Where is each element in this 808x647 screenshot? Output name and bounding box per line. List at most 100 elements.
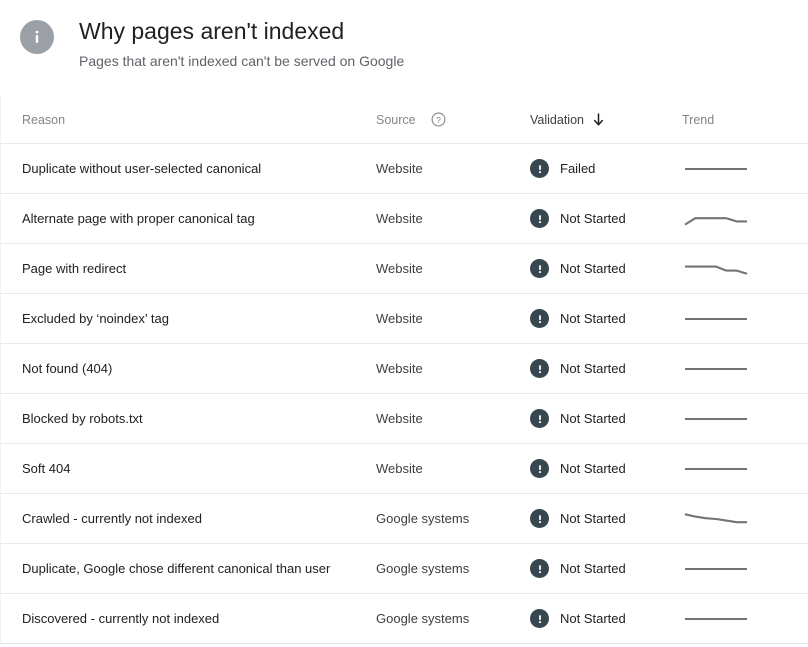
source-label: Website: [376, 461, 423, 476]
cell-source: Google systems: [376, 510, 530, 528]
arrow-down-icon[interactable]: [592, 113, 605, 127]
cell-reason: Duplicate without user-selected canonica…: [0, 160, 376, 178]
cell-source: Google systems: [376, 610, 530, 628]
cell-source: Google systems: [376, 560, 530, 578]
info-icon: [20, 20, 54, 54]
column-header-reason[interactable]: Reason: [0, 111, 376, 129]
table-row[interactable]: Soft 404 Website Not Started: [0, 444, 808, 494]
table-row[interactable]: Discovered - currently not indexed Google…: [0, 594, 808, 644]
error-exclamation-icon: [530, 459, 549, 478]
source-label: Google systems: [376, 611, 469, 626]
source-label: Website: [376, 211, 423, 226]
trend-sparkline: [682, 558, 750, 580]
cell-validation: Not Started: [530, 609, 682, 628]
cell-trend: [682, 308, 808, 330]
trend-sparkline: [682, 458, 750, 480]
table-row[interactable]: Page with redirect Website Not Started: [0, 244, 808, 294]
validation-status-label: Not Started: [560, 511, 626, 526]
error-exclamation-icon: [530, 159, 549, 178]
source-label: Website: [376, 311, 423, 326]
cell-validation: Not Started: [530, 309, 682, 328]
trend-sparkline: [682, 358, 750, 380]
cell-validation: Not Started: [530, 209, 682, 228]
reason-label: Not found (404): [22, 361, 112, 376]
page-header-text: Why pages aren't indexed Pages that aren…: [79, 16, 404, 71]
cell-validation: Failed: [530, 159, 682, 178]
table-row[interactable]: Duplicate, Google chose different canoni…: [0, 544, 808, 594]
cell-validation: Not Started: [530, 359, 682, 378]
cell-validation: Not Started: [530, 409, 682, 428]
error-exclamation-icon: [530, 409, 549, 428]
table-row[interactable]: Excluded by ‘noindex’ tag Website Not Star…: [0, 294, 808, 344]
reason-label: Blocked by robots.txt: [22, 411, 143, 426]
trend-sparkline: [682, 258, 750, 280]
cell-trend: [682, 358, 808, 380]
page-header: Why pages aren't indexed Pages that aren…: [0, 0, 808, 74]
cell-trend: [682, 458, 808, 480]
validation-status-label: Not Started: [560, 561, 626, 576]
reason-label: Discovered - currently not indexed: [22, 611, 219, 626]
trend-sparkline: [682, 608, 750, 630]
help-circle-icon[interactable]: ?: [431, 112, 446, 127]
cell-trend: [682, 408, 808, 430]
error-exclamation-icon: [530, 309, 549, 328]
cell-trend: [682, 208, 808, 230]
reason-label: Page with redirect: [22, 261, 126, 276]
source-label: Google systems: [376, 561, 469, 576]
table-body: Duplicate without user-selected canonica…: [0, 144, 808, 644]
cell-source: Website: [376, 310, 530, 328]
cell-reason: Excluded by ‘noindex’ tag: [0, 310, 376, 328]
reason-label: Excluded by ‘noindex’ tag: [22, 311, 169, 326]
reason-label: Alternate page with proper canonical tag: [22, 211, 255, 226]
error-exclamation-icon: [530, 359, 549, 378]
source-label: Website: [376, 411, 423, 426]
column-header-validation[interactable]: Validation: [530, 113, 682, 127]
cell-trend: [682, 258, 808, 280]
cell-reason: Duplicate, Google chose different canoni…: [0, 560, 376, 578]
svg-text:?: ?: [436, 115, 441, 125]
cell-reason: Soft 404: [0, 460, 376, 478]
trend-sparkline: [682, 158, 750, 180]
trend-sparkline: [682, 508, 750, 530]
table-row[interactable]: Not found (404) Website Not Started: [0, 344, 808, 394]
trend-sparkline: [682, 208, 750, 230]
cell-source: Website: [376, 260, 530, 278]
table-header-row: Reason Source ? Validation Trend: [0, 96, 808, 144]
cell-source: Website: [376, 160, 530, 178]
validation-status-label: Not Started: [560, 311, 626, 326]
column-header-source[interactable]: Source ?: [376, 111, 530, 129]
table-row[interactable]: Duplicate without user-selected canonica…: [0, 144, 808, 194]
validation-status-label: Not Started: [560, 211, 626, 226]
cell-trend: [682, 558, 808, 580]
cell-reason: Blocked by robots.txt: [0, 410, 376, 428]
reason-label: Soft 404: [22, 461, 70, 476]
cell-reason: Discovered - currently not indexed: [0, 610, 376, 628]
error-exclamation-icon: [530, 259, 549, 278]
cell-source: Website: [376, 410, 530, 428]
validation-status-label: Failed: [560, 161, 595, 176]
error-exclamation-icon: [530, 609, 549, 628]
column-header-trend[interactable]: Trend: [682, 111, 808, 129]
issues-table: Reason Source ? Validation Trend Duplica…: [0, 96, 808, 644]
source-label: Website: [376, 361, 423, 376]
error-exclamation-icon: [530, 559, 549, 578]
cell-trend: [682, 608, 808, 630]
reason-label: Crawled - currently not indexed: [22, 511, 202, 526]
error-exclamation-icon: [530, 509, 549, 528]
table-row[interactable]: Blocked by robots.txt Website Not Started: [0, 394, 808, 444]
table-row[interactable]: Alternate page with proper canonical tag…: [0, 194, 808, 244]
cell-reason: Crawled - currently not indexed: [0, 510, 376, 528]
table-row[interactable]: Crawled - currently not indexed Google sy…: [0, 494, 808, 544]
cell-validation: Not Started: [530, 259, 682, 278]
validation-status-label: Not Started: [560, 261, 626, 276]
cell-validation: Not Started: [530, 509, 682, 528]
column-header-reason-label: Reason: [22, 113, 65, 127]
cell-trend: [682, 158, 808, 180]
source-label: Website: [376, 261, 423, 276]
validation-status-label: Not Started: [560, 611, 626, 626]
cell-reason: Alternate page with proper canonical tag: [0, 210, 376, 228]
validation-status-label: Not Started: [560, 361, 626, 376]
cell-source: Website: [376, 210, 530, 228]
cell-validation: Not Started: [530, 459, 682, 478]
column-header-source-label: Source: [376, 113, 416, 127]
